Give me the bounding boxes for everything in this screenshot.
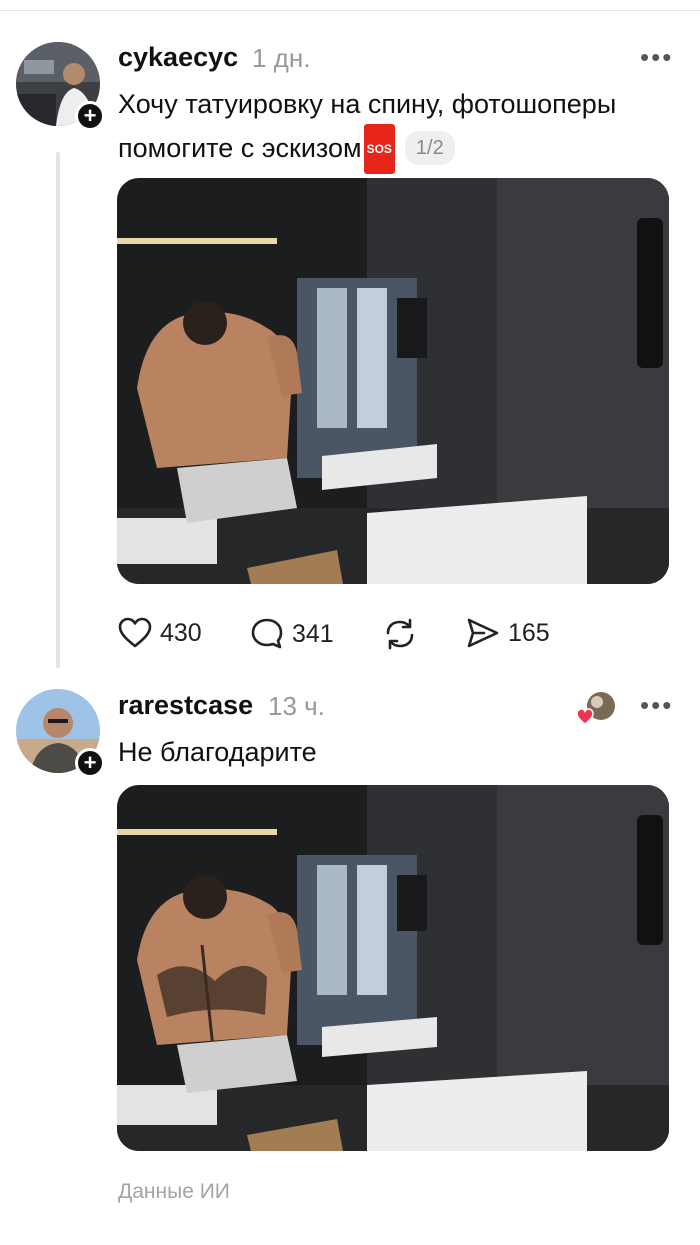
top-divider <box>0 10 700 11</box>
repost-icon <box>386 618 414 650</box>
reply-time: 13 ч. <box>268 691 325 721</box>
reply-image[interactable] <box>117 785 669 1151</box>
ai-data-label[interactable]: Данные ИИ <box>118 1180 230 1204</box>
share-count: 165 <box>508 618 550 647</box>
repost-button[interactable] <box>382 617 426 651</box>
post-image[interactable] <box>117 178 669 584</box>
like-button[interactable]: 430 <box>118 617 202 649</box>
heart-icon <box>118 617 152 648</box>
comment-count: 341 <box>292 619 334 648</box>
plus-icon: + <box>83 750 97 775</box>
heart-icon <box>576 708 594 725</box>
more-icon[interactable]: ••• <box>640 42 673 73</box>
author-liked-indicator <box>576 690 617 726</box>
share-icon <box>467 618 499 648</box>
plus-icon: + <box>83 103 97 128</box>
post-text: Хочу татуировку на спину, фотошоперы пом… <box>118 84 688 174</box>
comment-button[interactable]: 341 <box>250 617 334 651</box>
like-count: 430 <box>160 618 202 647</box>
comment-icon <box>251 618 283 649</box>
reply-text: Не благодарите <box>118 737 317 767</box>
post-username[interactable]: cykaecyc <box>118 42 238 73</box>
follow-button[interactable]: + <box>75 101 105 131</box>
page-indicator: 1/2 <box>404 131 455 165</box>
post-time: 1 дн. <box>252 43 311 73</box>
share-button[interactable]: 165 <box>466 617 550 649</box>
sos-emoji: SOS <box>363 124 395 174</box>
reply-more-icon[interactable]: ••• <box>640 690 673 721</box>
reply-follow-button[interactable]: + <box>75 748 105 778</box>
thread-line <box>56 152 60 668</box>
reply-username[interactable]: rarestcase <box>118 690 253 721</box>
